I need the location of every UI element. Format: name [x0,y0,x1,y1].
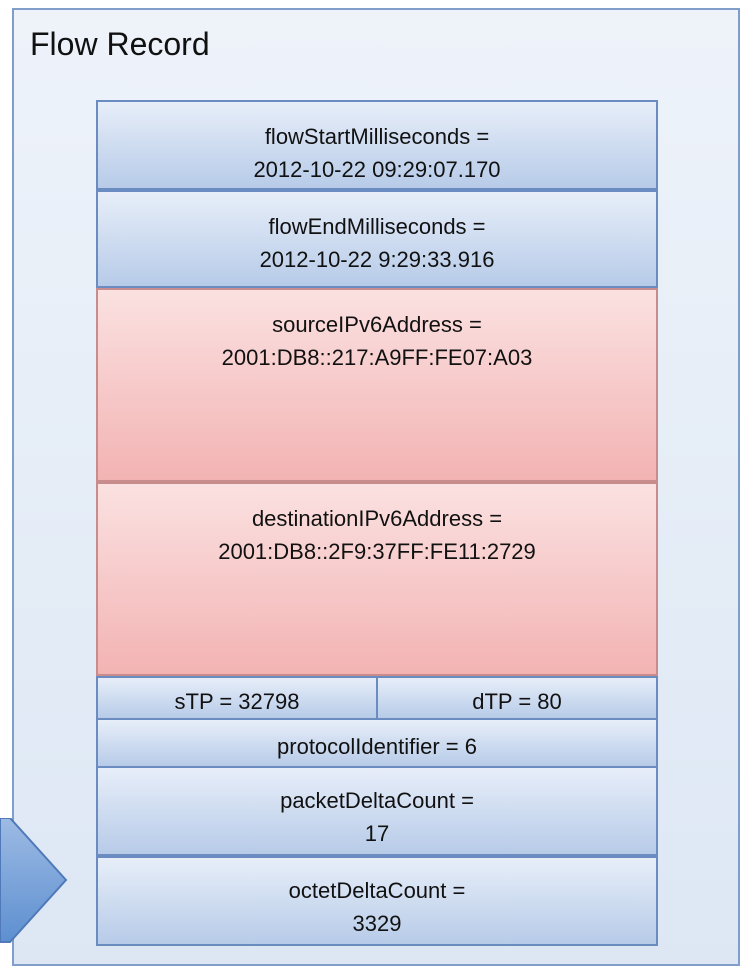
destination-ipv6-value: 2001:DB8::2F9:37FF:FE11:2729 [218,539,536,564]
flow-end-value: 2012-10-22 9:29:33.916 [259,247,495,272]
arrow-pointer-icon [0,818,68,943]
protocol-field: protocolIdentifier = 6 [96,718,658,768]
source-ipv6-field: sourceIPv6Address = 2001:DB8::217:A9FF:F… [96,288,658,482]
octet-delta-field: octetDeltaCount = 3329 [96,856,658,946]
source-ipv6-value: 2001:DB8::217:A9FF:FE07:A03 [221,345,533,370]
destination-port-field: dTP = 80 [376,676,658,720]
flow-start-value: 2012-10-22 09:29:07.170 [253,157,501,182]
packet-delta-value: 17 [364,821,390,846]
source-ipv6-name: sourceIPv6Address = [272,312,482,337]
octet-delta-value: 3329 [352,911,402,936]
flow-record-title: Flow Record [30,26,210,62]
source-port-field: sTP = 32798 [96,676,378,720]
packet-delta-name: packetDeltaCount = [280,788,474,813]
destination-ipv6-field: destinationIPv6Address = 2001:DB8::2F9:3… [96,482,658,676]
flow-end-name: flowEndMilliseconds = [268,214,486,239]
octet-delta-name: octetDeltaCount = [288,878,466,903]
packet-delta-field: packetDeltaCount = 17 [96,766,658,856]
flow-start-name: flowStartMilliseconds = [264,124,490,149]
flow-start-field: flowStartMilliseconds = 2012-10-22 09:29… [96,100,658,190]
flow-end-field: flowEndMilliseconds = 2012-10-22 9:29:33… [96,190,658,288]
diagram-canvas: Flow Record flowStartMilliseconds = 2012… [0,0,742,970]
destination-ipv6-name: destinationIPv6Address = [251,506,503,531]
